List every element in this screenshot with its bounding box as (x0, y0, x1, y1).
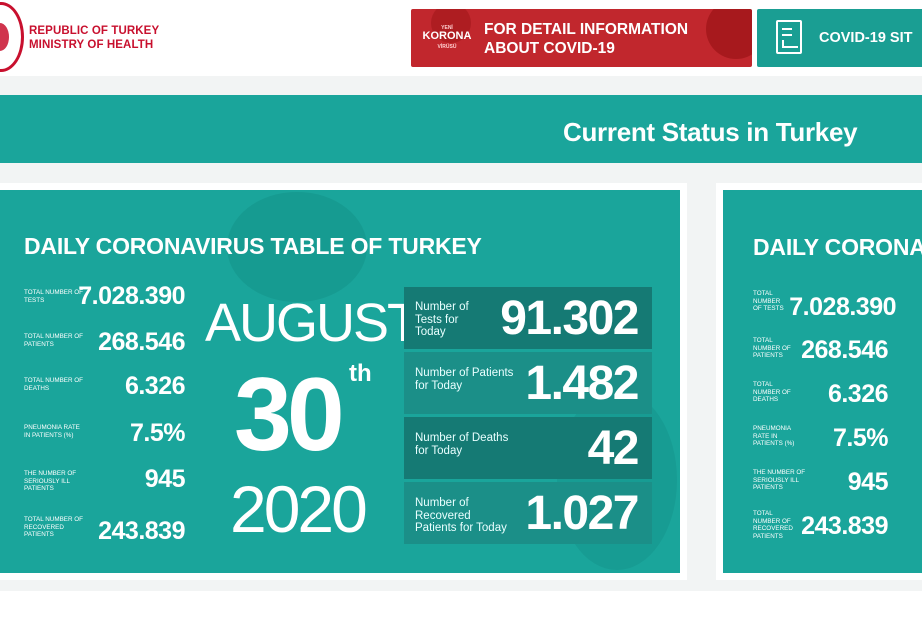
stat-label: THE NUMBER OF SERIOUSLY ILL PATIENTS (24, 470, 77, 493)
stat-value: 6.326 (827, 380, 889, 408)
covid-detail-info-button[interactable]: YENİ KORONA VİRÜSÜ FOR DETAIL INFORMATIO… (411, 9, 752, 67)
today-patients-box: Number of Patients for Today 1.482 (404, 352, 652, 414)
stat-seriously-ill: THE NUMBER OF SERIOUSLY ILL PATIENTS 945 (753, 466, 889, 496)
stat-label: TOTAL NUMBER OF DEATHS (24, 377, 84, 392)
stat-value: 243.839 (98, 517, 185, 545)
stat-total-patients: TOTAL NUMBER OF PATIENTS 268.546 (24, 328, 185, 358)
stat-label: TOTAL NUMBER OF DEATHS (753, 381, 791, 404)
daily-table-title-2: DAILY CORONA (753, 234, 922, 260)
daily-table-title: DAILY CORONAVIRUS TABLE OF TURKEY (24, 233, 482, 259)
detail-button-line-1: FOR DETAIL INFORMATION (484, 21, 689, 38)
korona-virus-badge: YENİ KORONA VİRÜSÜ (417, 25, 477, 55)
korona-badge-bottom: VİRÜSÜ (437, 44, 457, 50)
covid-site-button[interactable]: COVID-19 SIT (757, 9, 922, 67)
stat-value: 945 (847, 468, 889, 496)
today-value: 42 (587, 422, 640, 475)
stat-value: 7.028.390 (78, 282, 185, 310)
site-button-label: COVID-19 SIT (819, 30, 913, 46)
stat-label: TOTAL NUMBER OF PATIENTS (753, 337, 791, 360)
stat-label: TOTAL NUMBER OF RECOVERED PATIENTS (24, 516, 84, 539)
today-tests-box: Number of Tests for Today 91.302 (404, 287, 652, 349)
stat-total-recovered: TOTAL NUMBER OF RECOVERED PATIENTS 243.8… (24, 514, 185, 550)
stat-label: THE NUMBER OF SERIOUSLY ILL PATIENTS (753, 469, 806, 492)
stat-total-deaths: TOTAL NUMBER OF DEATHS 6.326 (24, 372, 186, 402)
daily-table-panel-2: DAILY CORONA TOTAL NUMBER OF TESTS 7.028… (723, 190, 922, 573)
stat-label: TOTAL NUMBER OF TESTS (753, 290, 784, 313)
stat-value: 7.028.390 (789, 293, 896, 321)
stat-value: 7.5% (833, 424, 888, 452)
ministry-line-2: MINISTRY OF HEALTH (29, 39, 154, 51)
today-recovered-box: Number of Recovered Patients for Today 1… (404, 482, 652, 544)
today-value: 1.482 (525, 357, 639, 410)
stat-label: TOTAL NUMBER OF PATIENTS (24, 333, 84, 348)
date-day: 30 (234, 357, 345, 473)
stat-total-patients: TOTAL NUMBER OF PATIENTS 268.546 (753, 334, 888, 364)
stat-label: PNEUMONIA RATE IN PATIENTS (%) (753, 425, 795, 448)
stat-value: 268.546 (801, 336, 888, 364)
daily-table-panel: DAILY CORONAVIRUS TABLE OF TURKEY TOTAL … (0, 190, 680, 573)
stat-value: 243.839 (801, 512, 888, 540)
today-label: Number of Patients for Today (415, 367, 514, 392)
daily-table-card-2[interactable]: DAILY CORONA TOTAL NUMBER OF TESTS 7.028… (716, 183, 922, 580)
stat-total-tests: TOTAL NUMBER OF TESTS 7.028.390 (753, 290, 896, 321)
today-label: Number of Tests for Today (415, 301, 469, 338)
today-value: 91.302 (500, 292, 639, 345)
today-value: 1.027 (525, 487, 639, 540)
stat-pneumonia-rate: PNEUMONIA RATE IN PATIENTS (%) 7.5% (24, 419, 185, 449)
stat-label: PNEUMONIA RATE IN PATIENTS (%) (24, 424, 80, 439)
korona-badge-main: KORONA (422, 30, 472, 42)
detail-button-label: FOR DETAIL INFORMATION ABOUT COVID-19 (484, 20, 688, 58)
stat-label: TOTAL NUMBER OF RECOVERED PATIENTS (753, 510, 793, 540)
stat-value: 268.546 (98, 328, 185, 356)
document-chart-icon (776, 20, 802, 54)
stat-label: TOTAL NUMBER OF TESTS (24, 289, 84, 304)
ministry-seal-logo[interactable] (0, 2, 24, 72)
today-label: Number of Deaths for Today (415, 432, 509, 457)
date-month: AUGUST (205, 293, 420, 353)
stat-total-tests: TOTAL NUMBER OF TESTS 7.028.390 (24, 282, 185, 312)
stat-total-recovered: TOTAL NUMBER OF RECOVERED PATIENTS 243.8… (753, 510, 888, 544)
ministry-line-1: REPUBLIC OF TURKEY (29, 25, 160, 37)
date-day-suffix: th (349, 360, 372, 387)
daily-table-card[interactable]: DAILY CORONAVIRUS TABLE OF TURKEY TOTAL … (0, 183, 687, 580)
date-year: 2020 (230, 472, 368, 546)
today-label: Number of Recovered Patients for Today (415, 497, 507, 534)
today-deaths-box: Number of Deaths for Today 42 (404, 417, 652, 479)
virus-decoration-icon (706, 9, 752, 59)
stat-total-deaths: TOTAL NUMBER OF DEATHS 6.326 (753, 378, 889, 408)
stat-pneumonia-rate: PNEUMONIA RATE IN PATIENTS (%) 7.5% (753, 422, 888, 452)
stat-value: 7.5% (130, 419, 185, 447)
stat-seriously-ill: THE NUMBER OF SERIOUSLY ILL PATIENTS 945 (24, 465, 186, 495)
stat-value: 6.326 (124, 372, 186, 400)
ministry-name[interactable]: REPUBLIC OF TURKEY MINISTRY OF HEALTH (29, 24, 159, 52)
stat-value: 945 (144, 465, 186, 493)
top-header: REPUBLIC OF TURKEY MINISTRY OF HEALTH YE… (0, 0, 922, 76)
status-title: Current Status in Turkey (563, 117, 858, 147)
detail-button-line-2: ABOUT COVID-19 (484, 40, 615, 57)
